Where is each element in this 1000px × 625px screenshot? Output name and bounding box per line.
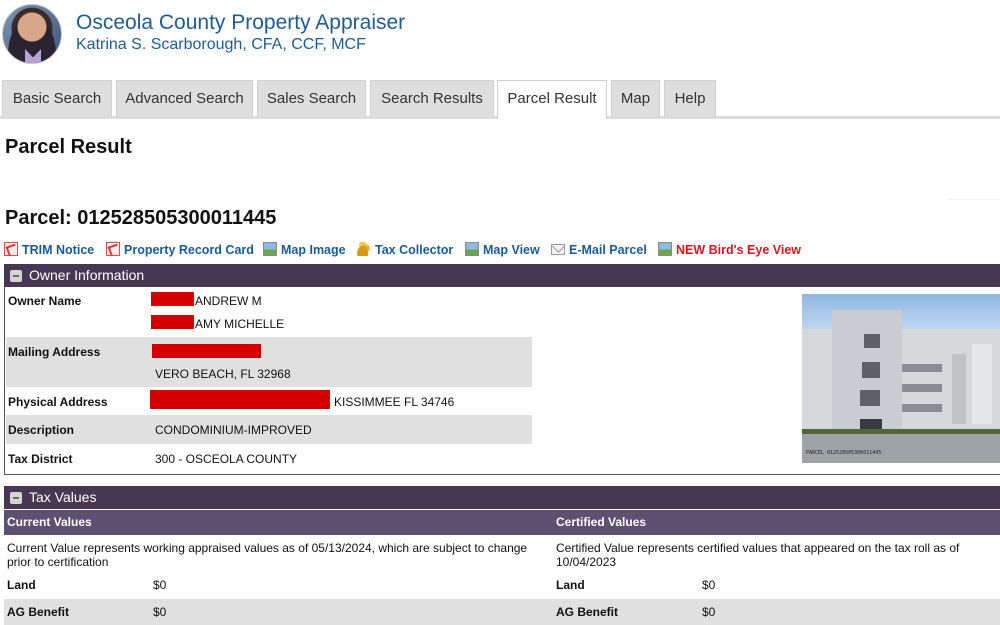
photo-caption: PARCEL 012528505300011445: [806, 450, 882, 456]
owner-information-header: Owner Information: [4, 264, 1000, 287]
description-label: Description: [8, 423, 75, 437]
tab-sales-search[interactable]: Sales Search: [257, 80, 366, 117]
pdf-icon: [106, 242, 120, 256]
coins-icon: [357, 242, 371, 256]
site-subtitle: Katrina S. Scarborough, CFA, CCF, MCF: [76, 36, 366, 53]
parcel-heading: Parcel: 012528505300011445: [5, 207, 277, 229]
parcel-action-links: TRIM Notice Property Record Card Map Ima…: [4, 242, 1000, 260]
collapse-icon[interactable]: [10, 270, 22, 282]
tab-help[interactable]: Help: [664, 80, 716, 117]
tax-district-row: Tax District 300 - OSCEOLA COUNTY: [6, 444, 532, 474]
tax-district-value: 300 - OSCEOLA COUNTY: [155, 452, 298, 466]
tab-advanced-search[interactable]: Advanced Search: [116, 80, 253, 117]
current-ag-benefit-value: $0: [153, 605, 167, 619]
current-land-value: $0: [153, 578, 167, 592]
owner-name-row: Owner Name ANDREW M AMY MICHELLE: [6, 287, 532, 337]
trim-notice-link[interactable]: TRIM Notice: [4, 242, 94, 259]
tab-search-results[interactable]: Search Results: [370, 80, 494, 117]
certified-land-label: Land: [556, 578, 585, 592]
owner-name-value: ANDREW M: [195, 294, 262, 308]
mailing-address-label: Mailing Address: [8, 345, 101, 359]
link-label: E-Mail Parcel: [569, 243, 647, 257]
collapse-icon[interactable]: [10, 492, 22, 504]
redaction-block: [151, 315, 194, 329]
image-icon: [658, 242, 672, 256]
site-header: Osceola County Property Appraiser Katrin…: [0, 0, 1000, 70]
email-parcel-link[interactable]: E-Mail Parcel: [551, 242, 647, 259]
panel-title: Tax Values: [29, 489, 97, 505]
tab-parcel-result[interactable]: Parcel Result: [497, 80, 607, 119]
link-label: TRIM Notice: [22, 243, 95, 257]
site-title[interactable]: Osceola County Property Appraiser: [76, 11, 405, 35]
description-row: Description CONDOMINIUM-IMPROVED: [6, 415, 532, 444]
mailing-address-value: VERO BEACH, FL 32968: [155, 367, 291, 381]
tax-collector-link[interactable]: Tax Collector: [357, 242, 453, 259]
tab-map[interactable]: Map: [611, 80, 660, 117]
tax-values-subheader: Current Values Certified Values: [4, 510, 1000, 535]
physical-address-value: KISSIMMEE FL 34746: [334, 395, 455, 409]
mailing-address-row: Mailing Address VERO BEACH, FL 32968: [6, 337, 532, 387]
physical-address-row: Physical Address KISSIMMEE FL 34746: [6, 387, 532, 415]
pdf-icon: [4, 242, 18, 256]
appraiser-portrait: [2, 4, 62, 64]
envelope-icon: [551, 244, 565, 255]
owner-name-label: Owner Name: [8, 294, 82, 308]
tab-basic-search[interactable]: Basic Search: [2, 80, 112, 117]
link-label: Tax Collector: [375, 243, 454, 257]
redaction-block: [150, 390, 330, 409]
ag-benefit-row: AG Benefit $0 AG Benefit $0: [4, 599, 1000, 625]
certified-values-note: Certified Value represents certified val…: [556, 541, 960, 569]
link-label: Map View: [483, 243, 540, 257]
tax-district-label: Tax District: [8, 452, 73, 466]
redaction-block: [151, 292, 194, 306]
physical-address-label: Physical Address: [8, 395, 108, 409]
owner-name-value: AMY MICHELLE: [195, 317, 285, 331]
link-label: Property Record Card: [124, 243, 254, 257]
certified-ag-benefit-value: $0: [702, 605, 716, 619]
tax-values-header: Tax Values: [4, 486, 1000, 509]
image-icon: [263, 242, 277, 256]
certified-ag-benefit-label: AG Benefit: [556, 605, 619, 619]
link-label: Map Image: [281, 243, 346, 257]
page-title: Parcel Result: [5, 136, 132, 158]
current-values-note: Current Value represents working apprais…: [7, 541, 528, 569]
certified-land-value: $0: [702, 578, 716, 592]
current-ag-benefit-label: AG Benefit: [7, 605, 70, 619]
main-nav-tabs: Basic Search Advanced Search Sales Searc…: [0, 80, 1000, 119]
property-photo[interactable]: PARCEL 012528505300011445: [802, 294, 1000, 463]
birds-eye-view-link[interactable]: NEW Bird's Eye View: [658, 242, 801, 259]
land-row: Land $0 Land $0: [4, 572, 1000, 598]
link-label: NEW Bird's Eye View: [676, 243, 802, 257]
current-values-heading: Current Values: [7, 515, 92, 529]
certified-values-heading: Certified Values: [556, 515, 647, 529]
redaction-block: [152, 344, 261, 358]
current-land-label: Land: [7, 578, 36, 592]
image-icon: [465, 242, 479, 256]
description-value: CONDOMINIUM-IMPROVED: [155, 423, 312, 437]
panel-title: Owner Information: [29, 267, 145, 283]
map-view-link[interactable]: Map View: [465, 242, 540, 259]
divider: [948, 199, 1000, 200]
map-image-link[interactable]: Map Image: [263, 242, 346, 259]
property-record-card-link[interactable]: Property Record Card: [106, 242, 254, 259]
